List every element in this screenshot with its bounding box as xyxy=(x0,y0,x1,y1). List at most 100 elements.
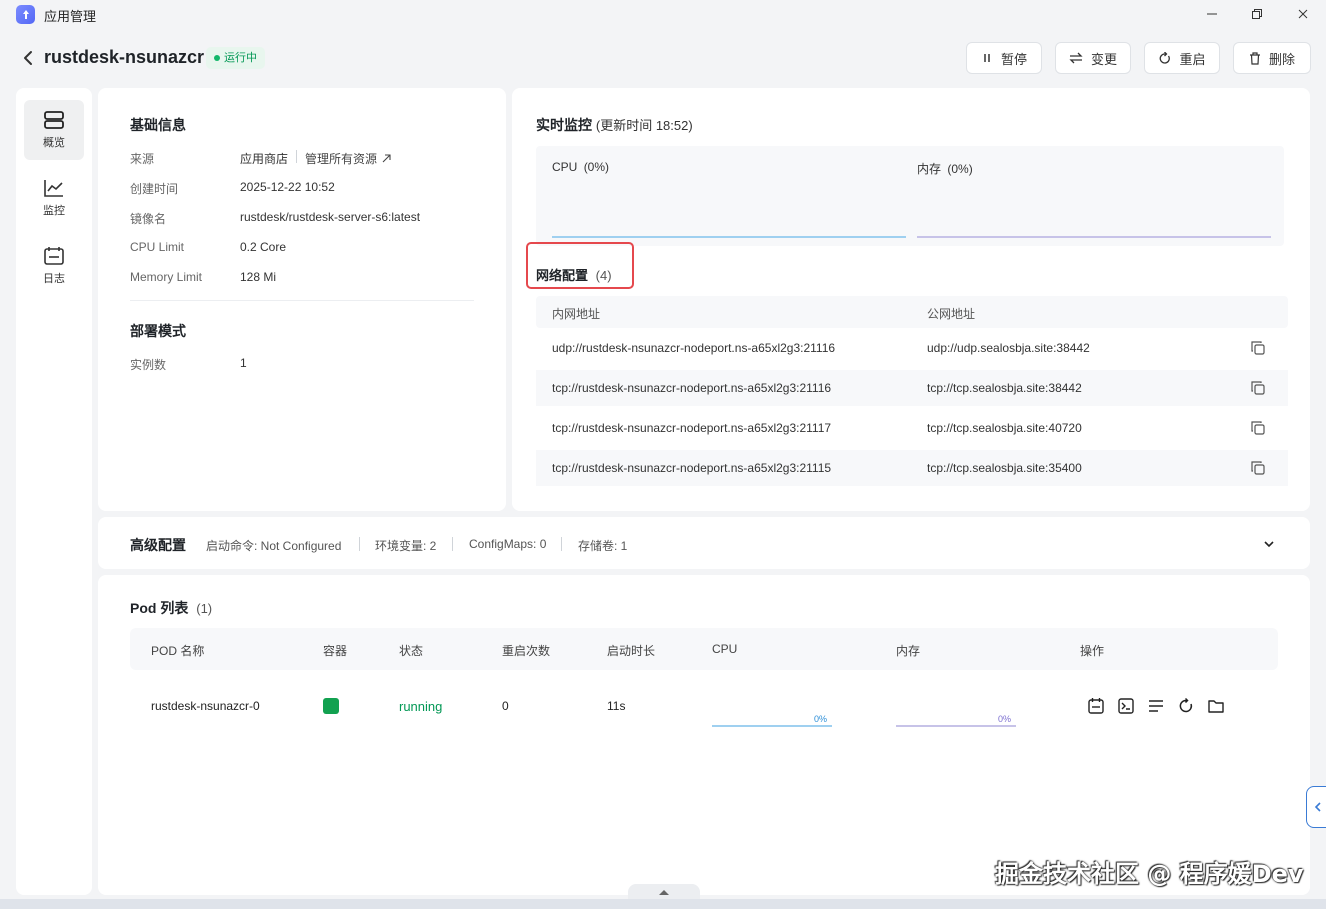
side-navigation: 概览 监控 日志 xyxy=(16,88,92,895)
image-name-value: rustdesk/rustdesk-server-s6:latest xyxy=(240,210,421,224)
public-address[interactable]: tcp://tcp.sealosbja.site:38442 xyxy=(927,381,1082,395)
monitor-panel xyxy=(536,146,1284,246)
storage-info: 存储卷: 1 xyxy=(578,539,628,553)
chevron-up-icon xyxy=(659,890,669,895)
collapse-panel-tab[interactable] xyxy=(1306,786,1326,828)
deploy-mode-title: 部署模式 xyxy=(130,323,186,339)
divider xyxy=(452,537,453,551)
change-button[interactable]: 变更 xyxy=(1055,42,1131,74)
env-vars-info: 环境变量: 2 xyxy=(375,539,437,553)
chevron-down-icon[interactable] xyxy=(1263,540,1275,548)
pause-icon xyxy=(984,54,990,62)
terminal-icon[interactable] xyxy=(1117,697,1135,715)
copy-icon[interactable] xyxy=(1250,460,1266,476)
public-address[interactable]: tcp://tcp.sealosbja.site:35400 xyxy=(927,461,1082,475)
col-public-header: 公网地址 xyxy=(927,307,976,321)
internal-address[interactable]: tcp://rustdesk-nsunazcr-nodeport.ns-a65x… xyxy=(552,381,831,395)
public-address[interactable]: tcp://tcp.sealosbja.site:40720 xyxy=(927,421,1082,435)
pod-count: (1) xyxy=(196,601,213,616)
info-label: Memory Limit xyxy=(130,270,203,284)
mem-monitor-label: 内存 (0%) xyxy=(917,160,973,177)
pod-list-card xyxy=(98,575,1310,895)
trash-icon xyxy=(1249,51,1260,65)
bottom-drawer-handle[interactable] xyxy=(628,884,700,900)
network-row: tcp://rustdesk-nsunazcr-nodeport.ns-a65x… xyxy=(536,370,1288,406)
close-icon[interactable] xyxy=(1288,4,1318,24)
pod-details-icon[interactable] xyxy=(1087,697,1105,715)
source-value: 应用商店 xyxy=(240,152,289,166)
pod-mem-percent: 0% xyxy=(998,714,1012,724)
restart-pod-icon[interactable] xyxy=(1177,697,1195,715)
internal-address[interactable]: tcp://rustdesk-nsunazcr-nodeport.ns-a65x… xyxy=(552,421,831,435)
network-table-header: 内网地址 公网地址 xyxy=(536,296,1288,328)
instances-value: 1 xyxy=(240,356,247,370)
delete-button[interactable]: 删除 xyxy=(1233,42,1311,74)
copy-icon[interactable] xyxy=(1250,340,1266,356)
restart-button[interactable]: 重启 xyxy=(1144,42,1220,74)
change-label: 变更 xyxy=(1090,51,1117,67)
swap-icon xyxy=(1069,52,1083,64)
memory-limit-value: 128 Mi xyxy=(240,270,277,284)
cpu-value: (0%) xyxy=(583,160,610,174)
status-badge: 运行中 xyxy=(206,47,265,69)
folder-icon[interactable] xyxy=(1207,697,1225,715)
col-uptime: 启动时长 xyxy=(607,644,656,658)
container-status-icon[interactable] xyxy=(323,698,339,714)
taskbar-strip xyxy=(0,899,1326,909)
chart-icon xyxy=(44,180,63,197)
info-label: 实例数 xyxy=(130,358,167,372)
window-title: 应用管理 xyxy=(44,9,97,24)
network-row: tcp://rustdesk-nsunazcr-nodeport.ns-a65x… xyxy=(536,410,1288,446)
configmaps-info: ConfigMaps: 0 xyxy=(469,537,547,551)
cpu-sparkline xyxy=(552,236,906,238)
sidebar-item-label: 监控 xyxy=(43,205,65,217)
copy-icon[interactable] xyxy=(1250,420,1266,436)
divider xyxy=(296,150,297,163)
info-label: 镜像名 xyxy=(130,212,167,226)
sidebar-item-logs[interactable]: 日志 xyxy=(24,236,84,296)
restore-icon[interactable] xyxy=(1242,4,1272,24)
info-label: 来源 xyxy=(130,152,155,166)
public-address[interactable]: udp://udp.sealosbja.site:38442 xyxy=(927,341,1090,355)
back-arrow-icon[interactable] xyxy=(20,48,36,68)
mem-sparkline xyxy=(917,236,1271,238)
pause-button[interactable]: 暂停 xyxy=(966,42,1042,74)
basic-info-title: 基础信息 xyxy=(130,117,186,133)
pod-uptime: 11s xyxy=(607,699,626,713)
pod-table-header: POD 名称 容器 状态 重启次数 启动时长 CPU 内存 操作 xyxy=(130,628,1278,670)
overview-icon xyxy=(44,111,64,129)
sidebar-item-overview[interactable]: 概览 xyxy=(24,100,84,160)
internal-address[interactable]: udp://rustdesk-nsunazcr-nodeport.ns-a65x… xyxy=(552,341,835,355)
cpu-monitor-label: CPU (0%) xyxy=(552,160,609,174)
logs-icon[interactable] xyxy=(1147,697,1165,715)
pod-restarts: 0 xyxy=(502,699,509,713)
info-label: CPU Limit xyxy=(130,240,185,254)
col-memory: 内存 xyxy=(896,644,921,658)
divider xyxy=(561,537,562,551)
monitor-update-time: (更新时间 18:52) xyxy=(595,118,693,133)
pod-name: rustdesk-nsunazcr-0 xyxy=(151,699,260,713)
cpu-label: CPU xyxy=(552,160,578,174)
monitor-title-text: 实时监控 xyxy=(536,117,592,133)
monitor-title: 实时监控 (更新时间 18:52) xyxy=(536,115,693,135)
network-row: udp://rustdesk-nsunazcr-nodeport.ns-a65x… xyxy=(536,330,1288,366)
highlight-annotation-box xyxy=(526,242,634,289)
mem-value: (0%) xyxy=(947,162,973,176)
section-divider xyxy=(130,300,474,301)
col-internal-header: 内网地址 xyxy=(552,307,601,321)
internal-address[interactable]: tcp://rustdesk-nsunazcr-nodeport.ns-a65x… xyxy=(552,461,831,475)
copy-icon[interactable] xyxy=(1250,380,1266,396)
minimize-icon[interactable] xyxy=(1197,4,1227,24)
status-label: 运行中 xyxy=(224,52,257,64)
pod-status: running xyxy=(399,699,443,714)
created-time-value: 2025-12-22 10:52 xyxy=(240,180,335,194)
col-actions: 操作 xyxy=(1080,644,1105,658)
sidebar-item-monitor[interactable]: 监控 xyxy=(24,168,84,228)
pod-cpu-percent: 0% xyxy=(814,714,828,724)
pod-list-title: Pod 列表 (1) xyxy=(130,598,212,618)
external-link-icon xyxy=(382,154,391,163)
calendar-log-icon xyxy=(44,247,64,265)
col-cpu: CPU xyxy=(712,642,738,656)
manage-resources-link[interactable]: 管理所有资源 xyxy=(305,150,391,167)
status-dot-icon xyxy=(214,55,220,61)
